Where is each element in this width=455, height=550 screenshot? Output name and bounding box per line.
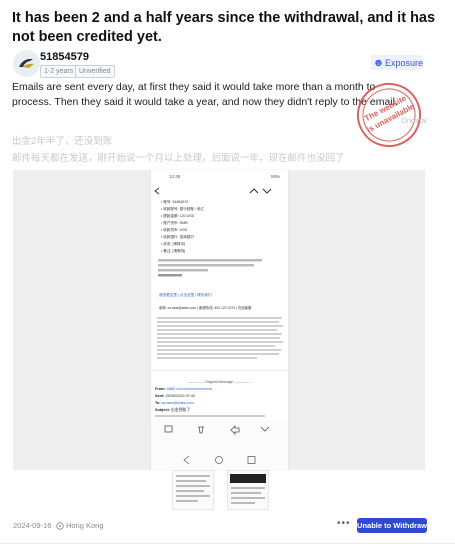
email-line: • 收款货币: USD [161,227,188,232]
username[interactable]: 51854579 [40,51,89,63]
back-icon [154,187,160,195]
phone-battery: 59% [271,174,280,179]
original-message: -------------- Original Message --------… [187,380,251,384]
chevron-down-icon [262,188,272,194]
svg-text:From: 6889 xxxxxxxxxxxxxxxxxxx: From: 6889 xxxxxxxxxxxxxxxxxxx [155,387,213,391]
email-line: • 提款金额: 120 USD [161,213,195,218]
location-pin-icon [56,521,64,530]
more-options-button[interactable]: ••• [337,518,351,529]
svg-text:Sent: 29/03/2022 07:42: Sent: 29/03/2022 07:42 [155,394,195,398]
email-line: • 账号: 51854579 [161,199,188,204]
tag-verification: Unverified [75,65,115,78]
avatar[interactable] [13,50,40,77]
email-links: 请查看这里 | 点击这里 | 联系我们 [159,292,212,297]
status-badge: Unable to Withdraw [357,518,427,533]
email-line: • 状态: [审核中] [161,241,185,246]
original-label: Original [401,116,427,125]
chevron-up-icon [249,188,259,194]
svg-text:Subject: 出金到账了: Subject: 出金到账了 [155,407,190,412]
post-date: 2024-09-16 [13,521,52,530]
image-thumbnail[interactable] [227,470,269,510]
phone-screenshot: 12:48 59% • 账号: 51854579 • 收款账号: 银行转账 / … [151,170,288,470]
email-line: • 收款账号: 银行转账 / 电汇 [161,206,205,211]
exposure-label: Exposure [384,57,423,68]
sad-face-icon [375,59,382,66]
exposure-badge: Exposure [371,55,423,70]
original-title-cn: 出金2年半了，还没到账 [12,136,113,147]
phone-time: 12:48 [169,174,181,179]
post-title: It has been 2 and a half years since the… [12,10,436,45]
location-text: Hong Kong [66,521,104,530]
email-line: • 账户货币: RMB [161,220,188,225]
unavailable-stamp: The website is unavailable [357,83,421,147]
divider [0,543,455,544]
email-contact: 电邮: cs.asia@adss.com | 客服热线: 400 120 207… [159,305,252,310]
svg-text:To: cs.asia@adss.com: To: cs.asia@adss.com [155,401,194,405]
post-location: Hong Kong [56,521,104,530]
original-body-cn: 邮件每天都在发送，刚开始说一个月以上处理，后面说一年，现在邮件也没回了 [12,153,345,164]
tag-duration: 1-2 years [40,65,78,78]
email-line: • 收款银行: 招商银行 [161,234,194,239]
image-thumbnail[interactable] [172,470,214,510]
email-line: • 备注: [请等待] [161,248,185,253]
